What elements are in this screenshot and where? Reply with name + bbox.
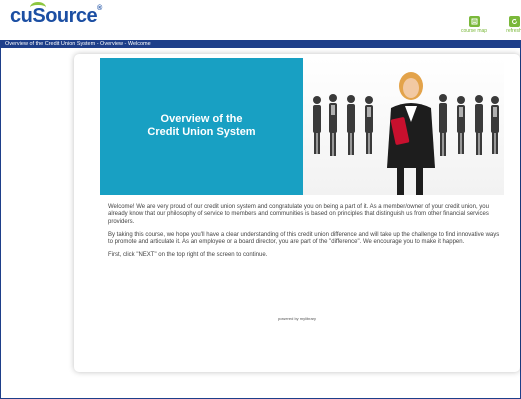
business-people-illustration [313,72,499,195]
refresh-icon [508,16,520,27]
logo-s-mark: S [30,2,47,28]
refresh-button[interactable]: refresh [494,16,521,34]
welcome-paragraph-2: By taking this course, we hope you'll ha… [108,231,500,246]
welcome-paragraph-1: Welcome! We are very proud of our credit… [108,204,489,225]
content-card: Overview of the Credit Union System Welc… [74,54,520,372]
logo-cu-text: cu [10,5,33,27]
course-banner: Overview of the Credit Union System [100,58,504,195]
cusource-logo: cu Source® [10,2,102,28]
powered-by-text: powered by mylibrary [277,316,316,321]
course-map-button[interactable]: course map [454,16,494,34]
banner-title: Overview of the Credit Union System [100,113,303,139]
course-map-label: course map [460,28,488,34]
refresh-label: refresh [506,28,521,34]
banner-title-line1: Overview of the [160,113,243,125]
welcome-text: Welcome! We are very proud of our credit… [108,204,503,266]
course-map-icon [468,16,480,27]
welcome-paragraph-3: First, click "NEXT" on the top right of … [108,252,268,259]
banner-title-line2: Credit Union System [147,126,256,138]
logo-registered: ® [97,5,102,12]
breadcrumb: Overview of the Credit Union System - Ov… [5,41,151,47]
top-bar: cu Source® course map refresh [0,0,521,40]
banner-people-image [303,58,504,195]
breadcrumb-bar: Overview of the Credit Union System - Ov… [0,40,521,48]
logo-source-text: ource [45,5,98,27]
banner-title-panel: Overview of the Credit Union System [100,58,303,195]
